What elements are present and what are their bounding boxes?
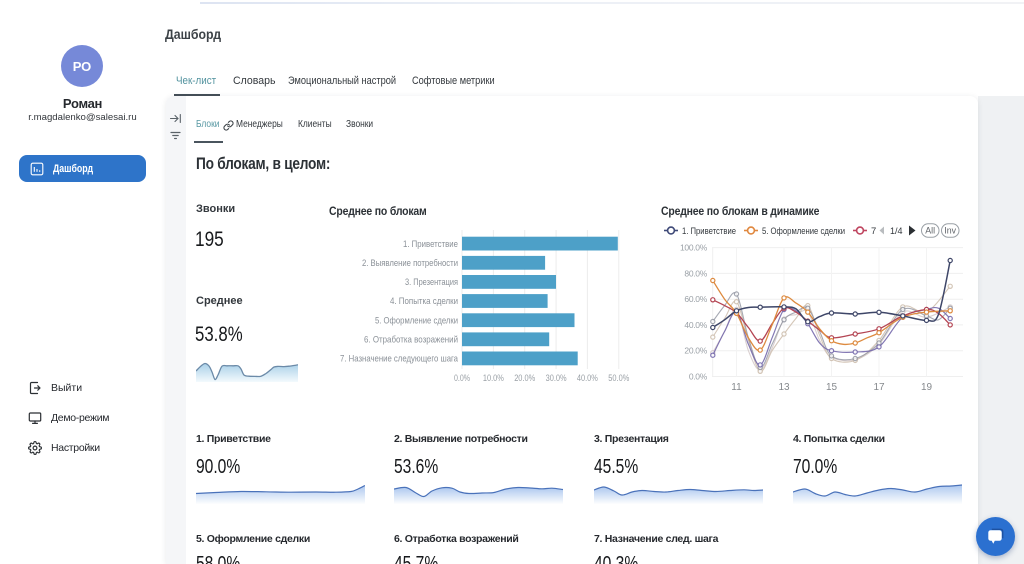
- svg-text:1. Приветствие: 1. Приветствие: [682, 226, 736, 237]
- svg-text:2. Выявление потребности: 2. Выявление потребности: [362, 258, 458, 269]
- svg-text:7. Назначение следующего шага: 7. Назначение следующего шага: [340, 354, 459, 365]
- svg-text:5. Оформление сделки: 5. Оформление сделки: [375, 315, 458, 326]
- svg-text:6. Отработка возражений: 6. Отработка возражений: [364, 335, 458, 346]
- svg-text:17: 17: [873, 382, 885, 393]
- svg-text:20.0%: 20.0%: [514, 373, 535, 383]
- svg-text:30.0%: 30.0%: [546, 373, 567, 383]
- svg-text:15: 15: [826, 382, 838, 393]
- svg-text:4. Попытка сделки: 4. Попытка сделки: [390, 296, 458, 307]
- svg-text:19: 19: [921, 382, 933, 393]
- svg-text:100.0%: 100.0%: [680, 243, 708, 253]
- svg-text:1/4: 1/4: [890, 226, 903, 236]
- svg-text:13: 13: [778, 382, 790, 393]
- svg-text:3. Презентация: 3. Презентация: [405, 277, 458, 288]
- svg-text:7: 7: [871, 226, 876, 237]
- svg-text:80.0%: 80.0%: [684, 268, 707, 278]
- svg-text:50.0%: 50.0%: [608, 373, 629, 383]
- svg-text:0.0%: 0.0%: [689, 372, 708, 382]
- svg-text:40.0%: 40.0%: [577, 373, 598, 383]
- svg-text:60.0%: 60.0%: [684, 294, 707, 304]
- svg-text:Inv: Inv: [944, 225, 956, 235]
- svg-text:10.0%: 10.0%: [483, 373, 504, 383]
- svg-text:11: 11: [731, 382, 742, 393]
- svg-text:5. Оформление сделки: 5. Оформление сделки: [762, 226, 845, 237]
- svg-text:40.0%: 40.0%: [684, 320, 707, 330]
- svg-text:20.0%: 20.0%: [684, 346, 707, 356]
- svg-text:1. Приветствие: 1. Приветствие: [403, 239, 458, 250]
- svg-text:All: All: [925, 225, 935, 235]
- svg-text:0.0%: 0.0%: [454, 373, 470, 383]
